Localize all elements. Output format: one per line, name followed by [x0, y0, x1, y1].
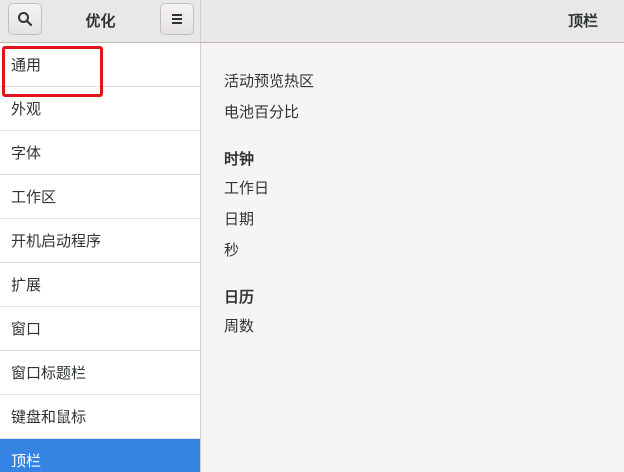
sidebar-item-top-bar[interactable]: 顶栏	[0, 439, 200, 472]
tweaks-window: 优化 顶栏 通用 外观 字体 工作区 开机启动程序 扩展 窗口 窗口标题栏 键盘…	[0, 0, 624, 472]
battery-percent-label: 电池百分比	[224, 103, 300, 121]
calendar-section-title: 日历	[224, 288, 255, 306]
sidebar-item-extensions[interactable]: 扩展	[0, 263, 200, 307]
sidebar-item-windows[interactable]: 窗口	[0, 307, 200, 351]
sidebar: 通用 外观 字体 工作区 开机启动程序 扩展 窗口 窗口标题栏 键盘和鼠标 顶栏	[0, 43, 201, 472]
sidebar-item-keyboard-mouse[interactable]: 键盘和鼠标	[0, 395, 200, 439]
clock-date-label: 日期	[224, 210, 255, 228]
hot-corner-label: 活动预览热区	[224, 72, 315, 90]
page-title: 顶栏	[567, 12, 598, 30]
clock-seconds-label: 秒	[224, 241, 240, 259]
clock-section-title: 时钟	[224, 150, 255, 168]
sidebar-item-fonts[interactable]: 字体	[0, 131, 200, 175]
sidebar-item-window-titlebars[interactable]: 窗口标题栏	[0, 351, 200, 395]
sidebar-item-appearance[interactable]: 外观	[0, 87, 200, 131]
sidebar-item-workspaces[interactable]: 工作区	[0, 175, 200, 219]
main-content: 活动预览热区 电池百分比 时钟 工作日 日期 秒 日历 周数	[202, 43, 624, 472]
hamburger-menu-icon	[170, 13, 184, 25]
menu-button[interactable]	[160, 3, 194, 35]
clock-weekday-label: 工作日	[224, 179, 270, 197]
sidebar-item-startup-applications[interactable]: 开机启动程序	[0, 219, 200, 263]
calendar-week-numbers-label: 周数	[224, 317, 255, 335]
sidebar-header: 优化	[0, 0, 201, 42]
header-bar: 优化 顶栏	[0, 0, 624, 43]
sidebar-item-general[interactable]: 通用	[0, 43, 200, 87]
